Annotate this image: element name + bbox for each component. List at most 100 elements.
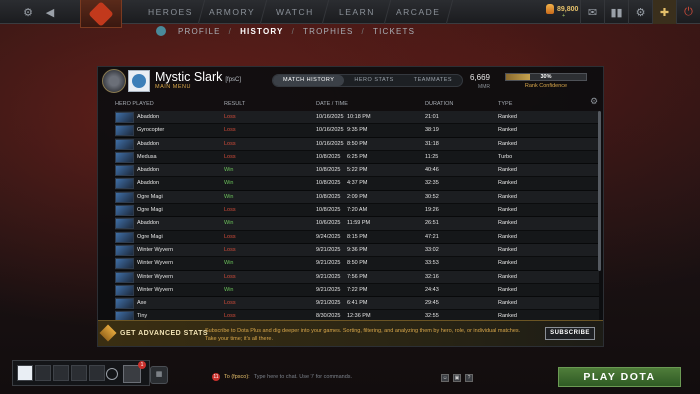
subscribe-button[interactable]: SUBSCRIBE <box>545 327 595 340</box>
hero-portrait-icon <box>115 218 134 230</box>
emoticon-icon[interactable]: ☺ <box>441 374 449 382</box>
nav-arcade[interactable]: ARCADE <box>384 0 454 24</box>
avatar[interactable] <box>128 70 150 92</box>
match-duration: 47:21 <box>425 233 439 240</box>
match-duration: 30:52 <box>425 193 439 200</box>
match-type: Ranked <box>498 140 517 147</box>
table-row[interactable]: Ogre Magi Win 10/8/2025 2:09 PM 30:52 Ranked <box>115 190 599 205</box>
match-time: 8:50 PM <box>347 140 368 147</box>
party-slot-self[interactable] <box>17 365 33 381</box>
armory-icon[interactable]: ▮▮ <box>604 0 628 24</box>
table-row[interactable]: Gyrocopter Loss 10/16/2025 9:35 PM 38:19 Rank… <box>115 124 599 138</box>
table-row[interactable]: Axe Loss 9/21/2025 6:41 PM 29:45 Ranked <box>115 297 599 311</box>
table-row[interactable]: Ogre Magi Loss 10/8/2025 7:20 AM 19:26 Ranked <box>115 204 599 218</box>
table-row[interactable]: Winter Wyvern Loss 9/21/2025 9:36 PM 33:02 Ra… <box>115 243 599 258</box>
chat-input[interactable]: 11 To (fpsco): Type here to chat. Use '/… <box>212 373 352 381</box>
table-row[interactable]: Abaddon Loss 10/16/2025 8:50 PM 31:18 Ranked <box>115 137 599 151</box>
tab-match-history[interactable]: MATCH HISTORY <box>273 75 345 86</box>
match-type: Ranked <box>498 193 517 200</box>
match-type: Ranked <box>498 167 517 174</box>
hero-name: Abaddon <box>137 114 160 120</box>
player-tag: [fpsC] <box>225 77 242 83</box>
settings-icon[interactable]: ⚙ <box>628 0 652 24</box>
subnav-tickets[interactable]: TICKETS <box>373 27 415 36</box>
table-settings-gear-icon[interactable]: ⚙ <box>590 97 599 106</box>
nav-watch[interactable]: WATCH <box>260 0 330 24</box>
col-duration[interactable]: DURATION <box>425 101 453 107</box>
mail-icon[interactable]: ✉ <box>580 0 604 24</box>
col-hero-played[interactable]: HERO PLAYED <box>115 101 154 107</box>
hero-name: Ogre Magi <box>137 207 163 214</box>
match-date: 10/8/2025 <box>316 153 341 160</box>
table-row[interactable]: Abaddon Win 10/8/2025 4:37 PM 32:35 Ranked <box>115 177 599 191</box>
chat-tools: ☺ ▣ ? <box>441 374 473 382</box>
table-row[interactable]: Winter Wyvern Win 9/21/2025 7:22 PM 24:43 Ran… <box>115 283 599 298</box>
subnav-history[interactable]: HISTORY <box>240 27 284 36</box>
match-time: 4:37 PM <box>347 180 368 187</box>
match-time: 6:41 PM <box>347 300 368 307</box>
hero-name: Winter Wyvern <box>137 286 174 293</box>
party-slot[interactable] <box>53 365 69 381</box>
match-date: 10/6/2025 <box>316 220 341 227</box>
col-result[interactable]: RESULT <box>224 101 245 107</box>
nav-learn[interactable]: LEARN <box>322 0 392 24</box>
party-settings-icon[interactable] <box>106 368 118 380</box>
chat-wheel-icon[interactable]: ▣ <box>453 374 461 382</box>
party-slot[interactable] <box>71 365 87 381</box>
play-dota-button[interactable]: PLAY DOTA <box>558 367 681 387</box>
nav-heroes[interactable]: HEROES <box>136 0 206 24</box>
main-menu-link[interactable]: MAIN MENU <box>155 84 191 90</box>
match-result: Loss <box>224 127 236 134</box>
col-date-time[interactable]: DATE / TIME <box>316 101 348 107</box>
match-date: 9/21/2025 <box>316 260 341 267</box>
subnav-separator: / <box>291 26 296 36</box>
table-row[interactable]: Winter Wyvern Loss 9/21/2025 7:56 PM 32:16 Ra… <box>115 270 599 284</box>
tab-teammates[interactable]: TEAMMATES <box>404 75 462 86</box>
match-type: Ranked <box>498 273 517 280</box>
chat-target[interactable]: To (fpsco): <box>224 374 250 380</box>
match-type: Ranked <box>498 180 517 187</box>
subnav-profile[interactable]: PROFILE <box>178 27 221 36</box>
table-row[interactable]: Abaddon Win 10/8/2025 5:22 PM 40:46 Ranked <box>115 164 599 178</box>
table-row[interactable]: Abaddon Win 10/6/2025 11:59 PM 26:51 Ranked <box>115 217 599 231</box>
match-type: Ranked <box>498 286 517 293</box>
match-time: 5:22 PM <box>347 167 368 174</box>
hero-portrait-icon <box>115 165 134 177</box>
settings-gear-icon[interactable]: ⚙ <box>18 2 38 22</box>
hero-name: Winter Wyvern <box>137 273 174 280</box>
rank-medal-icon[interactable] <box>102 69 126 93</box>
table-row[interactable]: Winter Wyvern Win 9/21/2025 8:50 PM 33:53 Ran… <box>115 257 599 271</box>
match-result: Win <box>224 167 234 174</box>
match-type: Ranked <box>498 114 517 120</box>
party-slot[interactable] <box>35 365 51 381</box>
match-date: 9/24/2025 <box>316 233 341 240</box>
back-arrow-icon[interactable]: ◀ <box>40 2 60 22</box>
match-result: Loss <box>224 114 236 120</box>
top-right-icons: ✉ ▮▮ ⚙ ✚ ⏻ <box>580 0 700 24</box>
chat-channels-icon[interactable]: ▦ <box>150 366 168 384</box>
avatar-icon <box>132 74 146 88</box>
power-icon[interactable]: ⏻ <box>676 0 700 24</box>
col-type[interactable]: TYPE <box>498 101 512 107</box>
dota-plus-icon[interactable]: ✚ <box>652 0 676 24</box>
match-duration: 26:51 <box>425 220 439 227</box>
dota-logo-button[interactable] <box>80 0 122 28</box>
scrollbar[interactable] <box>598 111 601 271</box>
subnav-trophies[interactable]: TROPHIES <box>303 27 354 36</box>
nav-armory[interactable]: ARMORY <box>198 0 268 24</box>
match-date: 10/8/2025 <box>316 207 341 214</box>
hero-portrait-icon <box>115 231 134 243</box>
chat-placeholder[interactable]: Type here to chat. Use '/' for commands. <box>254 374 352 380</box>
table-row[interactable]: Ogre Magi Loss 9/24/2025 8:15 PM 47:21 Ranked <box>115 230 599 244</box>
hero-portrait-icon <box>115 191 134 203</box>
tab-hero-stats[interactable]: HERO STATS <box>344 75 403 86</box>
hero-portrait-icon <box>115 205 134 217</box>
table-row[interactable]: Medusa Loss 10/8/2025 6:25 PM 11:25 Turbo <box>115 150 599 165</box>
match-duration: 38:19 <box>425 127 439 134</box>
party-slot[interactable] <box>89 365 105 381</box>
profile-subnav: PROFILE / HISTORY / TROPHIES / TICKETS <box>156 26 415 36</box>
hero-portrait-icon <box>115 151 134 163</box>
table-row[interactable]: Abaddon Loss 10/16/2025 10:18 PM 21:01 Ranked <box>115 111 599 125</box>
help-icon[interactable]: ? <box>465 374 473 382</box>
rank-confidence-bar: 30% <box>505 73 587 81</box>
